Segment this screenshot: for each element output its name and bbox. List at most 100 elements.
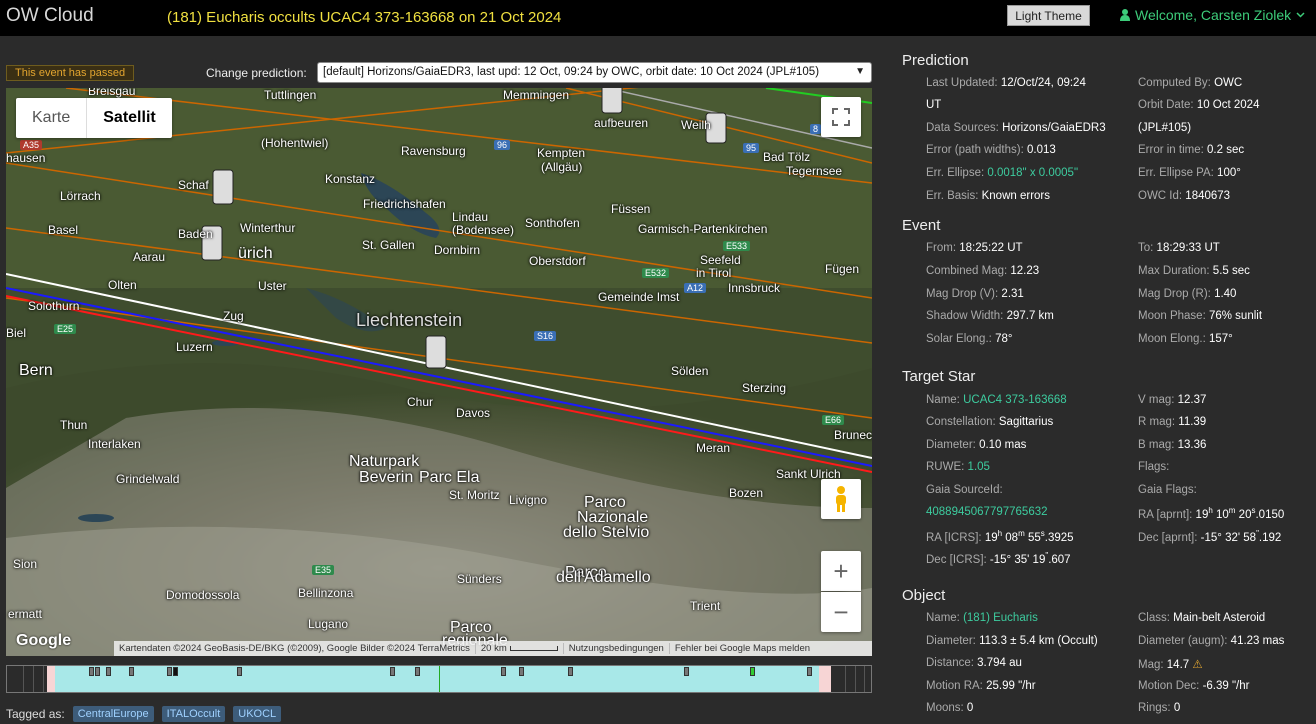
gaia-source-row: 4088945067797765632 [926, 506, 1048, 518]
road-shield: S16 [534, 331, 557, 341]
timeline-marker[interactable] [519, 667, 524, 676]
place-label: Gemeinde Imst [598, 290, 680, 304]
place-label: Fügen [825, 262, 860, 276]
timeline-marker[interactable] [173, 667, 178, 676]
gaia-source-link[interactable]: 4088945067797765632 [926, 506, 1048, 518]
tag-italoccult[interactable]: ITALOccult [161, 706, 226, 722]
place-label: Kempten [537, 146, 586, 160]
fullscreen-button[interactable] [821, 97, 861, 137]
road-shield: 8 [810, 124, 822, 134]
place-label: Basel [48, 223, 79, 237]
place-label: (Hohentwiel) [261, 136, 329, 150]
mag-drop-r-row: Mag Drop (R): 1.40 [1138, 288, 1237, 300]
road-shield: A35 [20, 140, 43, 150]
place-label: Garmisch-Partenkirchen [638, 222, 768, 236]
google-logo: Google [16, 632, 72, 649]
terms-link[interactable]: Nutzungsbedingungen [562, 643, 669, 654]
data-sources-row: Data Sources: Horizons/GaiaEDR3 [926, 122, 1106, 134]
map-type-karte-button[interactable]: Karte [16, 98, 86, 138]
timeline-marker[interactable] [237, 667, 242, 676]
moon-elong-row: Moon Elong.: 157° [1138, 333, 1233, 345]
timeline-marker[interactable] [167, 667, 172, 676]
place-label: Olten [108, 278, 137, 292]
place-label: Bellinzona [298, 586, 354, 600]
map-view[interactable]: Breisgau Tuttlingen Memmingen aufbeuren … [6, 88, 872, 656]
place-label: Dornbirn [434, 243, 481, 257]
place-label: Seefeld [700, 253, 741, 267]
place-label: Memmingen [503, 88, 570, 102]
moon-phase-row: Moon Phase: 76% sunlit [1138, 310, 1263, 322]
place-label: Weilh [681, 118, 711, 132]
user-menu[interactable]: Welcome, Carsten Ziolek [1120, 7, 1305, 23]
place-label: Brunec [834, 428, 872, 442]
map-type-satellite-button[interactable]: Satellit [86, 98, 171, 138]
place-label: Lugano [308, 617, 349, 631]
timeline-marker[interactable] [415, 667, 420, 676]
object-diameter-row: Diameter: 113.3 ± 5.4 km (Occult) [926, 635, 1098, 647]
orbit-ref: (JPL#105) [1138, 122, 1192, 134]
object-name-link[interactable]: (181) Eucharis [963, 612, 1038, 624]
pegman-icon [836, 486, 846, 512]
place-label: Sölden [671, 364, 709, 378]
error-time-row: Error in time: 0.2 sec [1138, 144, 1245, 156]
warning-icon[interactable]: ⚠ [1192, 659, 1202, 671]
star-name-link[interactable]: UCAC4 373-163668 [963, 394, 1067, 406]
road-shield: E25 [54, 324, 77, 334]
timeline-marker[interactable] [684, 667, 689, 676]
place-label: Sonthofen [525, 216, 580, 230]
place-label: Baden [178, 227, 213, 241]
road-shield: E532 [642, 268, 670, 278]
light-theme-button[interactable]: Light Theme [1007, 5, 1090, 26]
place-label: St. Gallen [362, 238, 415, 252]
road-shield: E35 [312, 565, 335, 575]
place-label: Aarau [133, 250, 166, 264]
error-path-row: Error (path widths): 0.013 [926, 144, 1056, 156]
timeline-marker[interactable] [568, 667, 573, 676]
timeline-marker[interactable] [807, 667, 812, 676]
prediction-select[interactable]: [default] Horizons/GaiaEDR3, last upd: 1… [317, 62, 872, 83]
place-label: Luzern [176, 340, 213, 354]
timeline-now-line [439, 666, 440, 692]
class-row: Class: Main-belt Asteroid [1138, 612, 1266, 624]
timeline-marker[interactable] [750, 667, 755, 676]
to-row: To: 18:29:33 UT [1138, 242, 1220, 254]
map-attribution-bar: Kartendaten ©2024 GeoBasis-DE/BKG (©2009… [114, 641, 872, 656]
timeline-marker[interactable] [501, 667, 506, 676]
object-heading: Object [902, 587, 946, 604]
orbit-date-row: Orbit Date: 10 Oct 2024 [1138, 99, 1260, 111]
ra-aprnt-row: RA [aprnt]: 19h 10m 20s.0150 [1138, 506, 1285, 521]
place-label: Uster [258, 279, 287, 293]
timeline-marker[interactable] [95, 667, 100, 676]
place-label: Innsbruck [728, 281, 781, 295]
place-label: Winterthur [240, 221, 296, 235]
brand-logo[interactable]: OW Cloud [6, 5, 94, 27]
flags-row: Flags: [1138, 461, 1170, 473]
road-shield: 95 [743, 143, 760, 153]
timeline-marker[interactable] [129, 667, 134, 676]
tag-centraleurope[interactable]: CentralEurope [72, 706, 154, 722]
street-view-button[interactable] [821, 479, 861, 519]
zoom-out-button[interactable]: − [821, 592, 861, 632]
ra-icrs-row: RA [ICRS]: 19h 08m 55s.3925 [926, 529, 1074, 544]
place-label: Livigno [509, 493, 548, 507]
place-label: in Tirol [696, 266, 732, 280]
place-label: Tuttlingen [264, 88, 317, 102]
solar-elong-row: Solar Elong.: 78° [926, 333, 1013, 345]
vmag-row: V mag: 12.37 [1138, 394, 1207, 406]
place-label: Tegernsee [786, 164, 843, 178]
timeline-marker[interactable] [390, 667, 395, 676]
combined-mag-row: Combined Mag: 12.23 [926, 265, 1040, 277]
road-shield: E533 [723, 241, 751, 251]
place-label: dell'Adamello [556, 569, 651, 586]
report-error-link[interactable]: Fehler bei Google Maps melden [668, 643, 815, 654]
place-label: Trient [690, 599, 721, 613]
timeline-marker[interactable] [106, 667, 111, 676]
event-title: (181) Eucharis occults UCAC4 373-163668 … [167, 9, 562, 26]
zoom-in-button[interactable]: + [821, 551, 861, 591]
plus-icon: + [833, 555, 849, 586]
observation-timeline[interactable] [6, 665, 872, 693]
minus-icon: − [833, 596, 849, 627]
tag-ukocl[interactable]: UKOCL [233, 706, 282, 722]
chevron-down-icon [1296, 12, 1305, 18]
timeline-marker[interactable] [89, 667, 94, 676]
